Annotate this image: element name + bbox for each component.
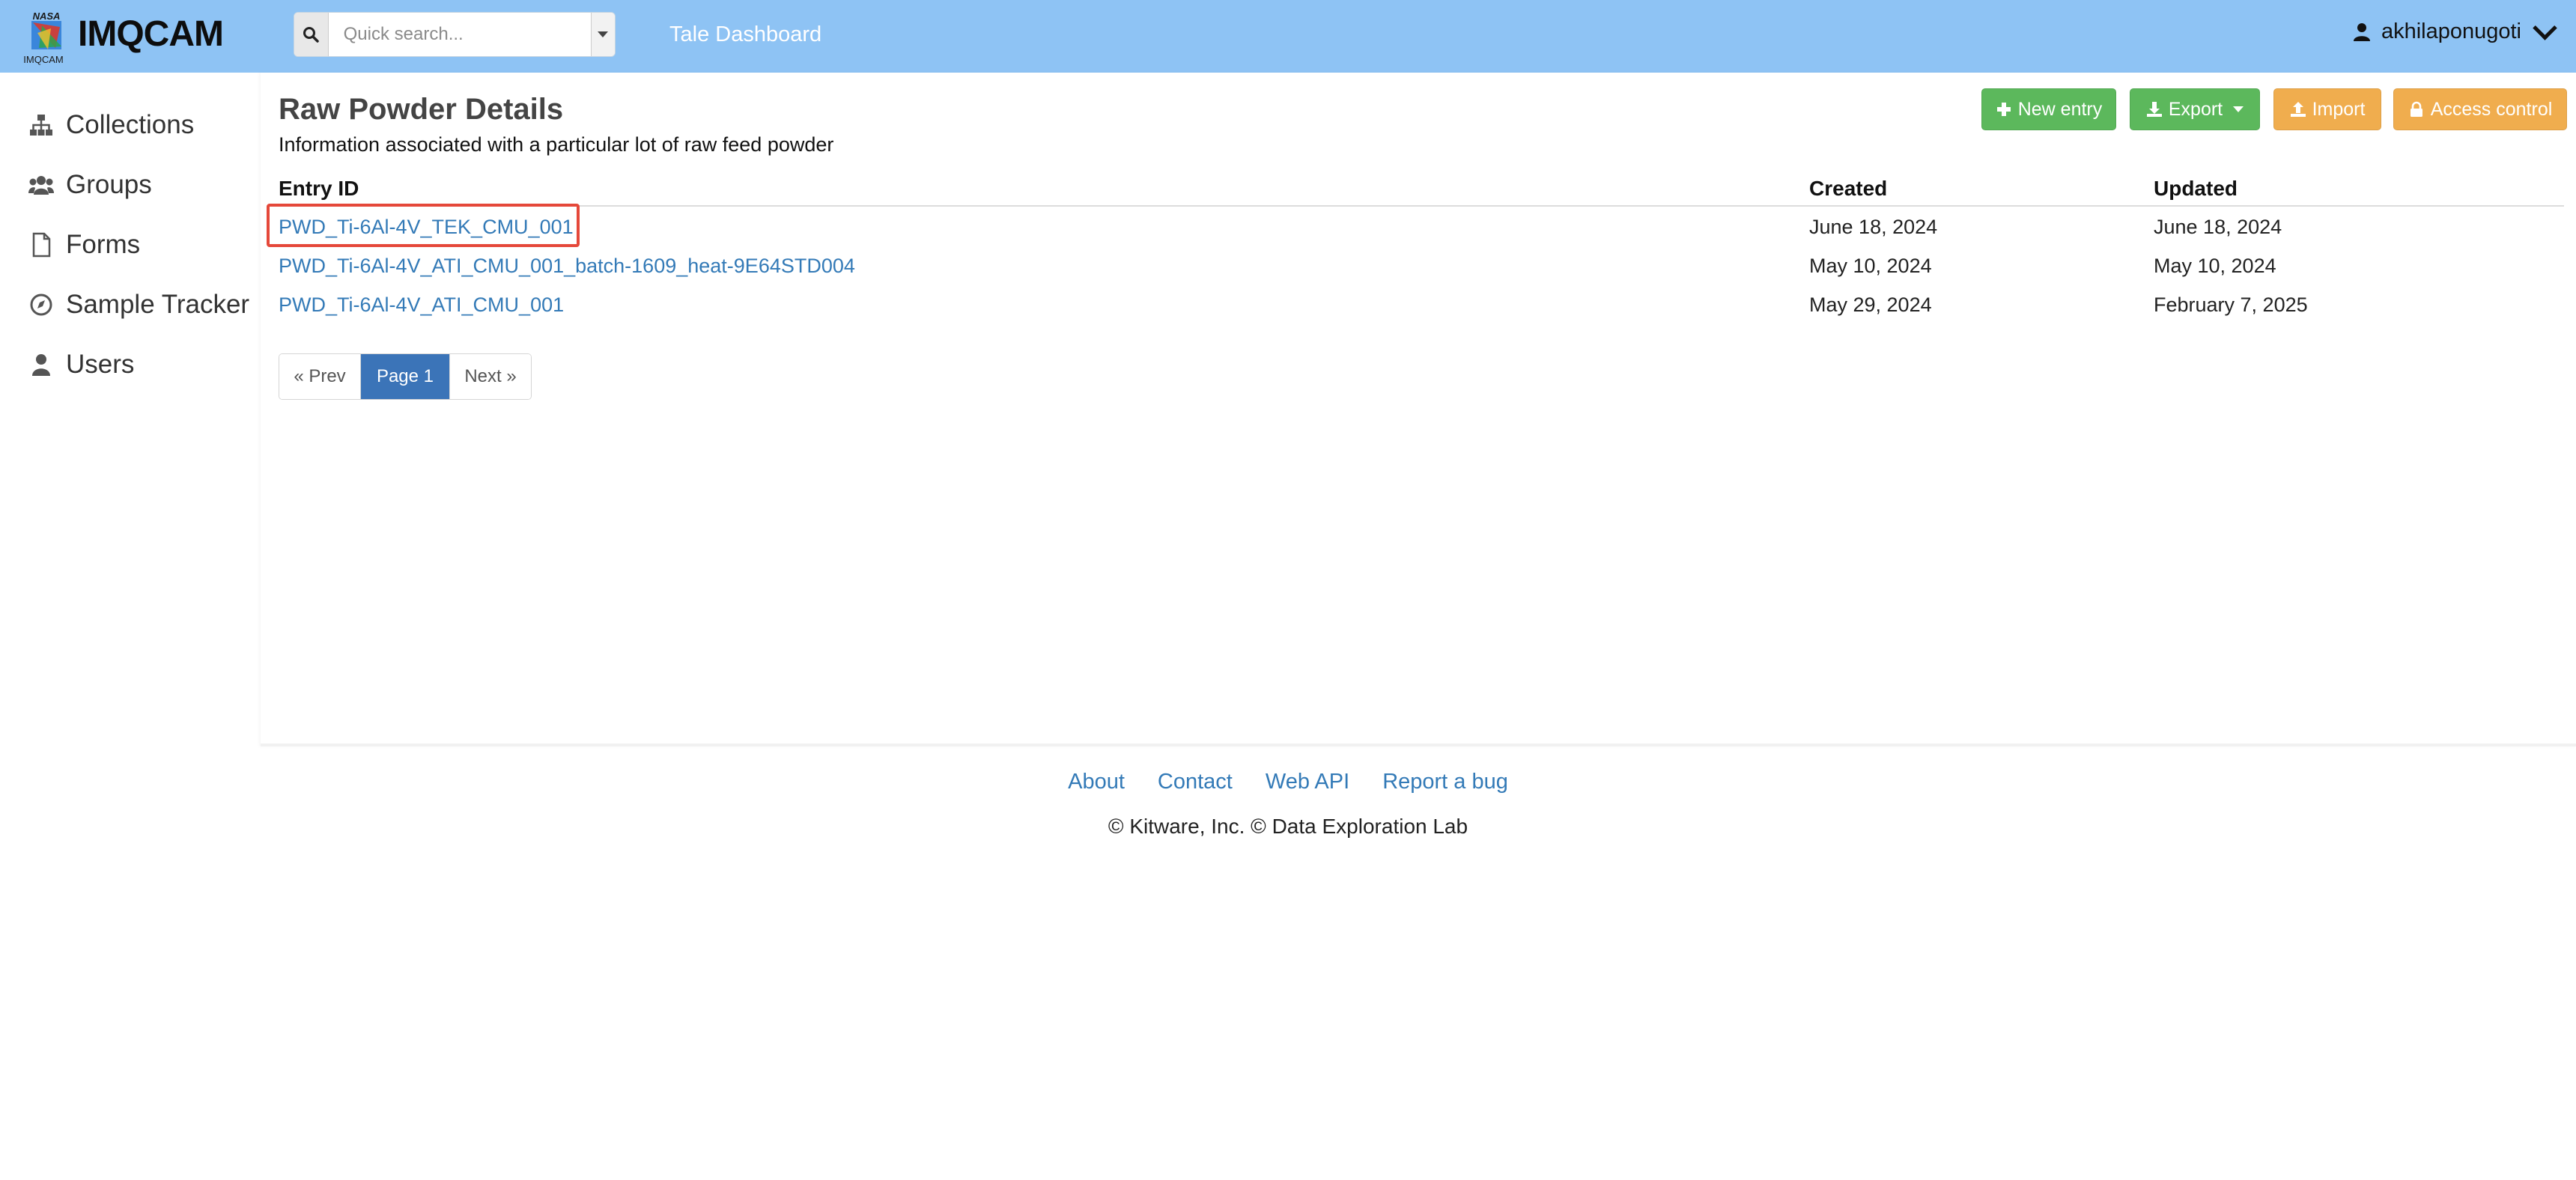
top-navbar: NASA IMQCAM IMQCAM Tale Dashboard akhila…: [0, 0, 2576, 73]
footer-link-about[interactable]: About: [1068, 770, 1125, 794]
sidebar-item-groups[interactable]: Groups: [28, 170, 152, 200]
plus-icon: [1996, 103, 2011, 116]
footer-link-report-bug[interactable]: Report a bug: [1382, 770, 1508, 794]
quick-search: [294, 12, 616, 57]
sidebar-item-collections[interactable]: Collections: [28, 110, 194, 140]
export-button[interactable]: Export: [2130, 88, 2260, 130]
copyright-text: © Kitware, Inc. © Data Exploration Lab: [1108, 815, 1468, 838]
import-button[interactable]: Import: [2273, 88, 2381, 130]
next-page-button[interactable]: Next »: [450, 354, 531, 399]
search-input[interactable]: [328, 13, 591, 56]
footer-links: About Contact Web API Report a bug: [0, 770, 2576, 794]
access-control-label: Access control: [2430, 98, 2553, 120]
imqcam-logo[interactable]: NASA IMQCAM: [16, 10, 75, 66]
sidebar: Collections Groups Forms Sample Tracker: [0, 73, 259, 806]
username: akhilaponugoti: [2381, 19, 2521, 43]
entry-id-link[interactable]: PWD_Ti-6Al-4V_ATI_CMU_001_batch-1609_hea…: [279, 255, 855, 278]
lock-icon: [2410, 101, 2422, 117]
updated-date: February 7, 2025: [2154, 294, 2308, 316]
entry-id-link[interactable]: PWD_Ti-6Al-4V_ATI_CMU_001: [279, 294, 564, 317]
svg-text:IMQCAM: IMQCAM: [23, 54, 63, 65]
chevron-down-icon: [2533, 16, 2557, 40]
users-icon: [28, 176, 54, 195]
brand-name[interactable]: IMQCAM: [78, 10, 224, 58]
sidebar-item-label: Sample Tracker: [66, 290, 250, 319]
column-header-updated: Updated: [2154, 177, 2238, 200]
tale-dashboard-link[interactable]: Tale Dashboard: [669, 21, 821, 48]
selection-highlight-box: [267, 204, 580, 247]
table-row: PWD_Ti-6Al-4V_ATI_CMU_001_batch-1609_hea…: [279, 246, 2564, 285]
created-date: May 29, 2024: [1809, 294, 1932, 316]
upload-icon: [2290, 102, 2306, 117]
sidebar-item-users[interactable]: Users: [28, 350, 134, 380]
created-date: June 18, 2024: [1809, 216, 1938, 238]
footer-link-contact[interactable]: Contact: [1158, 770, 1233, 794]
export-label: Export: [2168, 98, 2223, 120]
user-icon: [2353, 22, 2370, 41]
pagination: « Prev Page 1 Next »: [279, 353, 532, 400]
search-icon: [303, 27, 320, 43]
sidebar-item-label: Collections: [66, 110, 195, 139]
user-icon: [32, 354, 50, 376]
main-content-panel: [261, 73, 2576, 746]
updated-date: May 10, 2024: [2154, 255, 2276, 277]
file-icon: [32, 232, 51, 258]
column-header-entry-id: Entry ID: [279, 177, 359, 200]
table-row: PWD_Ti-6Al-4V_TEK_CMU_001 June 18, 2024 …: [279, 207, 2564, 246]
sidebar-item-label: Users: [66, 350, 135, 379]
sitemap-icon: [30, 115, 52, 136]
caret-down-icon: [598, 31, 609, 37]
page-description: Information associated with a particular…: [279, 133, 834, 156]
new-entry-button[interactable]: New entry: [1981, 88, 2116, 130]
import-label: Import: [2312, 98, 2366, 120]
footer-link-web-api[interactable]: Web API: [1266, 770, 1349, 794]
svg-text:NASA: NASA: [33, 10, 61, 22]
created-date: May 10, 2024: [1809, 255, 1932, 277]
user-menu[interactable]: akhilaponugoti: [2353, 16, 2557, 44]
updated-date: June 18, 2024: [2154, 216, 2282, 238]
page-title: Raw Powder Details: [279, 93, 564, 126]
prev-page-button[interactable]: « Prev: [279, 354, 361, 399]
compass-icon: [30, 294, 52, 316]
logo-emblem-icon: NASA IMQCAM: [23, 10, 63, 65]
sidebar-item-sample-tracker[interactable]: Sample Tracker: [28, 290, 249, 320]
caret-down-icon: [2233, 106, 2244, 112]
column-header-created: Created: [1809, 177, 1888, 200]
search-options-dropdown[interactable]: [590, 13, 615, 56]
sidebar-item-label: Groups: [66, 170, 152, 199]
access-control-button[interactable]: Access control: [2393, 88, 2567, 130]
sidebar-item-label: Forms: [66, 230, 141, 259]
search-button[interactable]: [294, 13, 329, 56]
new-entry-label: New entry: [2017, 98, 2103, 120]
sidebar-item-forms[interactable]: Forms: [28, 230, 140, 260]
download-icon: [2146, 102, 2162, 117]
current-page-button[interactable]: Page 1: [361, 354, 450, 399]
table-row: PWD_Ti-6Al-4V_ATI_CMU_001 May 29, 2024 F…: [279, 285, 2564, 323]
